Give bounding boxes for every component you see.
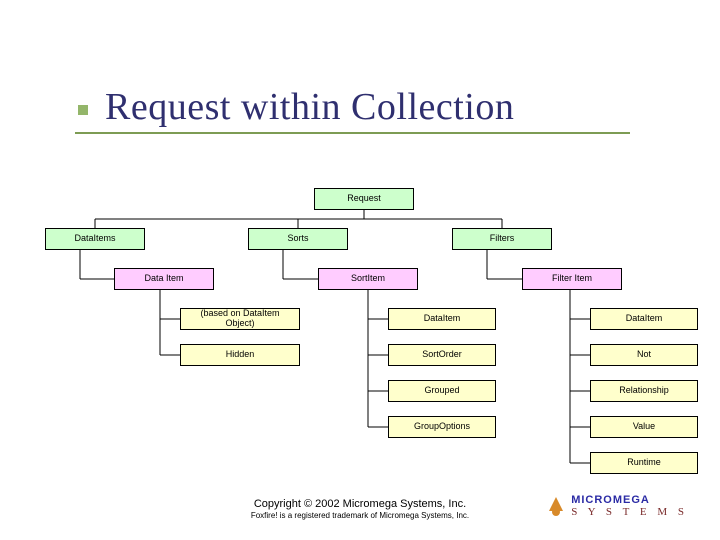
node-filteritem-value: Value bbox=[590, 416, 698, 438]
logo: MICROMEGA S Y S T E M S bbox=[547, 494, 688, 518]
node-filteritem-not: Not bbox=[590, 344, 698, 366]
logo-slashes: S Y S T E M S bbox=[571, 506, 688, 518]
node-filteritem: Filter Item bbox=[522, 268, 622, 290]
node-sortitem: SortItem bbox=[318, 268, 418, 290]
node-dataitem-hidden: Hidden bbox=[180, 344, 300, 366]
fox-icon bbox=[547, 494, 565, 518]
node-request: Request bbox=[314, 188, 414, 210]
node-dataitem-based: (based on DataItem Object) bbox=[180, 308, 300, 330]
node-sortitem-grouped: Grouped bbox=[388, 380, 496, 402]
node-sortitem-sortorder: SortOrder bbox=[388, 344, 496, 366]
page-title: Request within Collection bbox=[105, 85, 514, 129]
node-filteritem-dataitem: DataItem bbox=[590, 308, 698, 330]
copyright-text: Copyright © 2002 Micromega Systems, Inc. bbox=[254, 498, 466, 510]
node-filteritem-relationship: Relationship bbox=[590, 380, 698, 402]
node-dataitems: DataItems bbox=[45, 228, 145, 250]
node-sorts: Sorts bbox=[248, 228, 348, 250]
node-dataitem: Data Item bbox=[114, 268, 214, 290]
title-bullet-icon bbox=[78, 105, 88, 115]
title-underline bbox=[75, 132, 630, 134]
logo-word: MICROMEGA bbox=[571, 494, 688, 506]
node-sortitem-dataitem: DataItem bbox=[388, 308, 496, 330]
node-sortitem-groupoptions: GroupOptions bbox=[388, 416, 496, 438]
node-filters: Filters bbox=[452, 228, 552, 250]
node-filteritem-runtime: Runtime bbox=[590, 452, 698, 474]
